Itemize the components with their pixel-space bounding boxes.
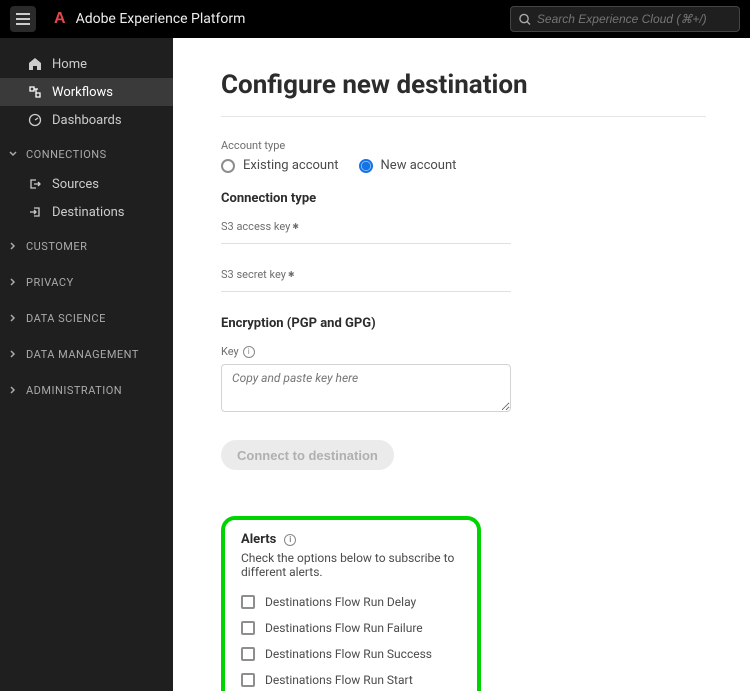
adobe-logo-icon: A [54,10,66,28]
nav-dashboards[interactable]: Dashboards [0,106,173,134]
dashboards-icon [28,113,42,127]
radio-selected-icon [359,159,373,173]
checkbox-icon[interactable] [241,647,255,661]
nav-sources[interactable]: Sources [0,170,173,198]
connection-type-label: Connection type [221,191,706,206]
chevron-right-icon [8,242,18,250]
radio-existing-label: Existing account [243,158,339,173]
sources-icon [28,177,42,191]
search-box[interactable] [510,6,740,32]
workflows-icon [28,85,42,99]
nav-destinations-label: Destinations [52,205,125,220]
section-administration-label: ADMINISTRATION [26,384,122,397]
radio-new-label: New account [381,158,457,173]
alert-label: Destinations Flow Run Delay [265,595,416,609]
section-customer-label: CUSTOMER [26,240,87,253]
s3-access-key-label: S3 access key [221,220,511,244]
alert-option[interactable]: Destinations Flow Run Delay [241,589,461,615]
key-textarea[interactable] [221,364,511,412]
section-administration[interactable]: ADMINISTRATION [0,374,173,406]
app-name: Adobe Experience Platform [76,11,246,27]
nav-home[interactable]: Home [0,50,173,78]
page-title: Configure new destination [221,70,706,117]
info-icon[interactable]: i [284,534,296,546]
checkbox-icon[interactable] [241,595,255,609]
search-input[interactable] [537,12,731,26]
main-content: Configure new destination Account type E… [173,38,750,691]
section-data-science[interactable]: DATA SCIENCE [0,302,173,334]
section-privacy-label: PRIVACY [26,276,74,289]
nav-dashboards-label: Dashboards [52,113,122,128]
connect-button[interactable]: Connect to destination [221,440,394,470]
section-data-management-label: DATA MANAGEMENT [26,348,139,361]
nav-destinations[interactable]: Destinations [0,198,173,226]
encryption-label: Encryption (PGP and GPG) [221,316,706,331]
top-bar: A Adobe Experience Platform [0,0,750,38]
checkbox-icon[interactable] [241,621,255,635]
sidebar: Home Workflows Dashboards CONNECTIONS So… [0,38,173,691]
checkbox-icon[interactable] [241,673,255,687]
home-icon [28,57,42,71]
section-connections[interactable]: CONNECTIONS [0,138,173,170]
radio-new-account[interactable]: New account [359,158,457,173]
alerts-description: Check the options below to subscribe to … [241,551,461,579]
radio-unselected-icon [221,159,235,173]
alerts-heading: Alerts [241,532,276,547]
alert-label: Destinations Flow Run Start [265,673,413,687]
chevron-down-icon [8,150,18,158]
section-connections-label: CONNECTIONS [26,148,107,161]
info-icon[interactable]: i [243,346,255,358]
alert-label: Destinations Flow Run Success [265,647,432,661]
nav-sources-label: Sources [52,177,99,192]
search-icon [519,13,531,26]
alert-label: Destinations Flow Run Failure [265,621,423,635]
s3-secret-key-label: S3 secret key [221,268,511,292]
alert-option[interactable]: Destinations Flow Run Start [241,667,461,691]
alerts-panel: Alerts i Check the options below to subs… [221,516,481,691]
section-data-management[interactable]: DATA MANAGEMENT [0,338,173,370]
menu-toggle[interactable] [10,6,36,32]
hamburger-icon [16,13,30,25]
account-type-label: Account type [221,139,706,152]
chevron-right-icon [8,386,18,394]
chevron-right-icon [8,278,18,286]
nav-workflows-label: Workflows [52,85,113,100]
chevron-right-icon [8,314,18,322]
alert-option[interactable]: Destinations Flow Run Success [241,641,461,667]
app-logo: A Adobe Experience Platform [54,10,245,28]
nav-home-label: Home [52,57,87,72]
key-label: Key [221,345,239,358]
section-privacy[interactable]: PRIVACY [0,266,173,298]
chevron-right-icon [8,350,18,358]
alert-option[interactable]: Destinations Flow Run Failure [241,615,461,641]
section-customer[interactable]: CUSTOMER [0,230,173,262]
nav-workflows[interactable]: Workflows [0,78,173,106]
destinations-icon [28,205,42,219]
section-data-science-label: DATA SCIENCE [26,312,106,325]
radio-existing-account[interactable]: Existing account [221,158,339,173]
